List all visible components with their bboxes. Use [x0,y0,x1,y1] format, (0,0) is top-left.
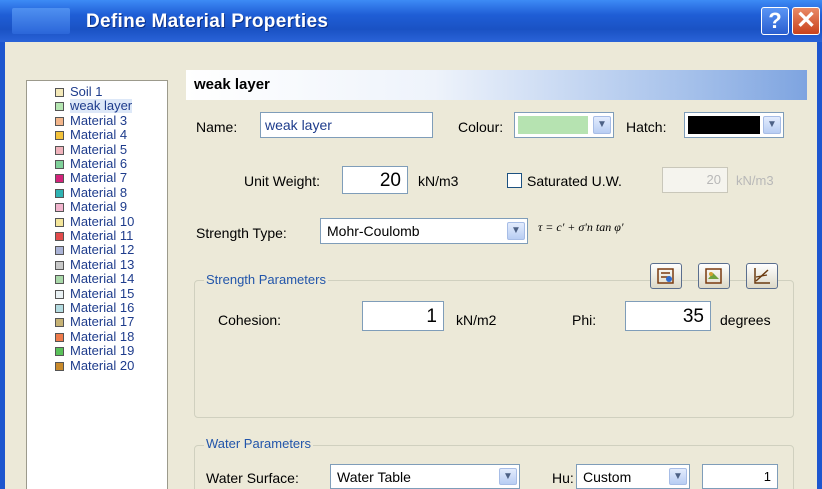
material-swatch [55,189,64,198]
unit-weight-input[interactable]: 20 [342,166,408,194]
material-list-item[interactable]: Material 11 [70,229,133,243]
saturated-uw-checkbox[interactable] [507,173,522,188]
material-swatch [55,131,64,140]
saturated-uw-label: Saturated U.W. [527,173,622,189]
close-button[interactable]: ✕ [792,7,820,35]
material-swatch [55,218,64,227]
phi-label: Phi: [572,312,597,328]
material-swatch [55,275,64,284]
material-list-item[interactable]: weak layer [70,99,133,113]
cohesion-input[interactable]: 1 [362,301,444,331]
material-swatch [55,203,64,212]
material-list-item[interactable]: Material 15 [70,287,134,301]
strength-type-dropdown-arrow-icon[interactable]: ▼ [507,222,525,240]
material-header-band [186,70,807,100]
material-list-item[interactable]: Material 20 [70,359,134,373]
material-list-item[interactable]: Material 10 [70,215,134,229]
property-table-icon [657,268,674,284]
colour-dropdown-arrow-icon[interactable]: ▼ [593,116,611,134]
app-icon [12,8,70,34]
phi-input[interactable]: 35 [625,301,711,331]
material-swatch [55,117,64,126]
colour-label: Colour: [458,119,504,135]
property-library-icon [705,268,722,284]
help-button[interactable]: ? [761,7,789,35]
strength-type-label: Strength Type: [196,225,287,241]
hatch-label: Hatch: [626,119,667,135]
material-swatch [55,160,64,169]
material-list-item[interactable]: Material 16 [70,301,134,315]
window-frame-right [817,42,822,489]
hu-dropdown-arrow-icon[interactable]: ▼ [669,468,687,485]
material-swatch [55,290,64,299]
strength-plot-button[interactable] [746,263,778,289]
material-swatch [55,318,64,327]
material-list-item[interactable]: Material 18 [70,330,134,344]
material-list-item[interactable]: Material 17 [70,315,134,329]
material-list-item[interactable]: Soil 1 [70,85,103,99]
material-swatch [55,146,64,155]
hu-value: Custom [583,469,632,485]
strength-formula: τ = c' + σ'n tan φ' [538,220,624,234]
name-input[interactable]: weak layer [260,112,433,138]
cohesion-unit: kN/m2 [456,312,497,328]
material-header-title: weak layer [194,76,270,93]
material-swatch [55,88,64,97]
saturated-uw-input[interactable]: 20 [662,167,728,193]
hatch-dropdown[interactable]: ▼ [684,112,784,138]
water-surface-label: Water Surface: [206,470,299,486]
colour-swatch [518,116,588,134]
material-swatch [55,304,64,313]
hatch-dropdown-arrow-icon[interactable]: ▼ [763,116,781,134]
colour-dropdown[interactable]: ▼ [514,112,614,138]
phi-unit: degrees [720,312,771,328]
property-table-button[interactable] [650,263,682,289]
unit-weight-unit: kN/m3 [418,173,459,189]
hatch-swatch [688,116,760,134]
material-swatch [55,362,64,371]
define-material-dialog: Define Material Properties ? ✕ Soil 1 wea… [0,0,822,489]
material-swatch [55,232,64,241]
material-swatch [55,347,64,356]
material-list-item[interactable]: Material 8 [70,186,127,200]
name-label: Name: [196,119,238,135]
material-swatch [55,333,64,342]
material-list-item[interactable]: Material 4 [70,128,127,142]
material-list-item[interactable]: Material 9 [70,200,127,214]
water-surface-dropdown-arrow-icon[interactable]: ▼ [499,468,517,485]
water-parameters-title: Water Parameters [204,436,313,451]
material-swatch [55,174,64,183]
material-swatch [55,246,64,255]
unit-weight-label: Unit Weight: [244,173,320,189]
hu-label: Hu: [552,470,574,486]
window-title: Define Material Properties [86,11,329,32]
strength-plot-icon [754,268,770,284]
strength-type-dropdown[interactable]: Mohr-Coulomb ▼ [320,218,528,244]
cohesion-label: Cohesion: [218,312,282,328]
window-frame-left [0,42,5,489]
material-list-item[interactable]: Material 3 [70,114,127,128]
strength-parameters-title: Strength Parameters [204,272,328,287]
material-list-item[interactable]: Material 7 [70,171,127,185]
strength-type-value: Mohr-Coulomb [327,223,420,239]
material-swatch [55,261,64,270]
material-list-item[interactable]: Material 19 [70,344,134,358]
material-list-item[interactable]: Material 12 [70,243,134,257]
material-list-item[interactable]: Material 6 [70,157,127,171]
hu-dropdown[interactable]: Custom ▼ [576,464,690,489]
title-bar[interactable]: Define Material Properties ? ✕ [0,0,822,42]
hu-value-input[interactable]: 1 [702,464,778,489]
material-swatch [55,102,64,111]
material-list-item[interactable]: Material 14 [70,272,134,286]
material-list-item[interactable]: Material 5 [70,143,127,157]
water-surface-dropdown[interactable]: Water Table ▼ [330,464,520,489]
material-list-item[interactable]: Material 13 [70,258,134,272]
water-surface-value: Water Table [337,469,411,485]
saturated-uw-unit: kN/m3 [736,173,774,188]
property-library-button[interactable] [698,263,730,289]
